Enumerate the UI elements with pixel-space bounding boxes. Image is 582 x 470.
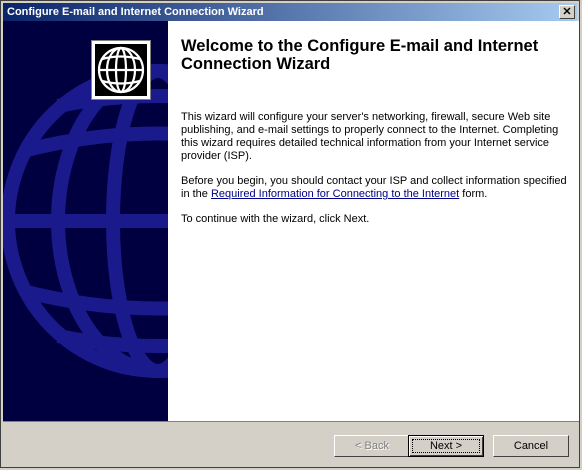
wizard-main: Welcome to the Configure E-mail and Inte… [181, 37, 571, 226]
wizard-footer: < Back Next > Cancel [1, 422, 579, 467]
close-button[interactable]: ✕ [559, 5, 575, 19]
intro-paragraph: This wizard will configure your server's… [181, 111, 559, 162]
before-you-begin-paragraph: Before you begin, you should contact you… [181, 175, 571, 201]
continue-instruction: To continue with the wizard, click Next. [181, 213, 370, 225]
wizard-logo [91, 40, 151, 100]
window-title: Configure E-mail and Internet Connection… [7, 6, 264, 18]
title-bar: Configure E-mail and Internet Connection… [3, 3, 577, 21]
globe-icon [97, 46, 145, 94]
page-title: Welcome to the Configure E-mail and Inte… [181, 37, 539, 73]
wizard-window: Configure E-mail and Internet Connection… [0, 0, 580, 468]
back-button[interactable]: < Back [334, 435, 410, 457]
wizard-content: Welcome to the Configure E-mail and Inte… [3, 21, 579, 422]
required-information-link[interactable]: Required Information for Connecting to t… [211, 188, 459, 200]
next-button[interactable]: Next > [408, 435, 484, 457]
wizard-sidebar [3, 21, 168, 421]
paragraph-suffix: form. [459, 188, 488, 200]
cancel-button[interactable]: Cancel [493, 435, 569, 457]
